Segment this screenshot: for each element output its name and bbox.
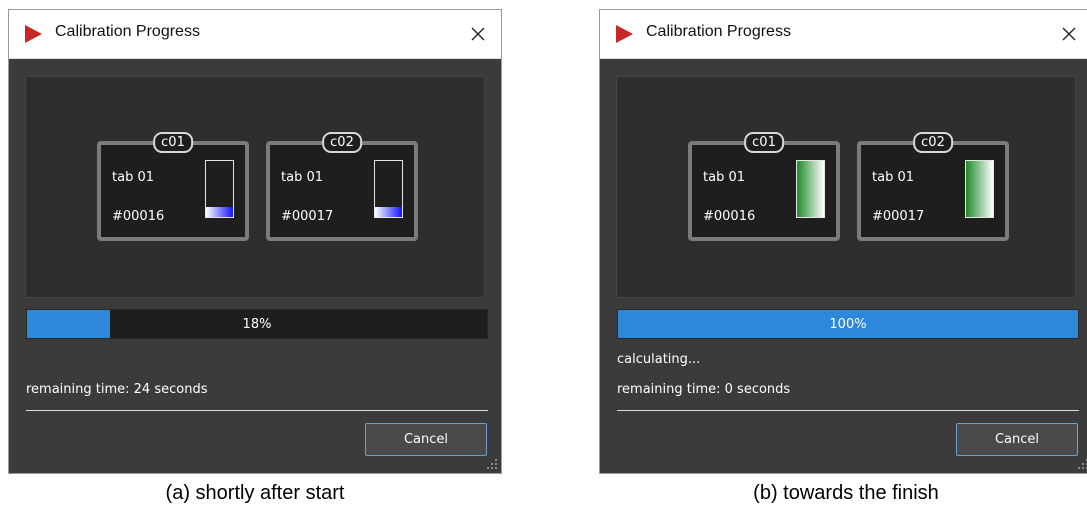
dialog-title: Calibration Progress bbox=[55, 23, 200, 40]
dialog-title: Calibration Progress bbox=[646, 23, 791, 40]
device-level-fill bbox=[797, 161, 824, 217]
device-level-fill bbox=[206, 206, 233, 217]
remaining-time-text: remaining time: 0 seconds bbox=[617, 382, 791, 397]
remaining-time-text: remaining time: 24 seconds bbox=[26, 382, 208, 397]
calibration-dialog-b: Calibration Progress c01 tab 01 #00016 c… bbox=[599, 9, 1087, 474]
device-card-c01: c01 tab 01 #00016 bbox=[97, 132, 249, 241]
progress-label: 18% bbox=[242, 316, 272, 332]
device-tag: c02 bbox=[322, 132, 362, 153]
device-card-c02: c02 tab 01 #00017 bbox=[857, 132, 1009, 241]
device-tab-label: tab 01 bbox=[872, 170, 914, 185]
close-icon bbox=[471, 27, 485, 41]
title-bar[interactable]: Calibration Progress bbox=[9, 10, 501, 59]
status-text: calculating... bbox=[617, 352, 701, 367]
cancel-button[interactable]: Cancel bbox=[365, 423, 487, 456]
cancel-button[interactable]: Cancel bbox=[956, 423, 1078, 456]
device-level-fill bbox=[375, 206, 402, 217]
device-card-c01: c01 tab 01 #00016 bbox=[688, 132, 840, 241]
progress-bar: 18% bbox=[26, 309, 488, 339]
device-level-bar bbox=[205, 160, 234, 218]
device-tag: c01 bbox=[153, 132, 193, 153]
device-tab-label: tab 01 bbox=[703, 170, 745, 185]
device-serial: #00017 bbox=[281, 209, 334, 224]
device-serial: #00016 bbox=[703, 209, 756, 224]
device-panel: c01 tab 01 #00016 c02 tab 01 #00017 bbox=[616, 76, 1076, 298]
progress-bar: 100% bbox=[617, 309, 1079, 339]
device-level-bar bbox=[796, 160, 825, 218]
device-level-bar bbox=[965, 160, 994, 218]
device-panel: c01 tab 01 #00016 c02 tab 01 #00017 bbox=[25, 76, 485, 298]
device-tag: c02 bbox=[913, 132, 953, 153]
divider bbox=[26, 410, 488, 411]
figure-caption-b: (b) towards the finish bbox=[753, 482, 939, 504]
close-icon bbox=[1062, 27, 1076, 41]
device-tag: c01 bbox=[744, 132, 784, 153]
device-serial: #00016 bbox=[112, 209, 165, 224]
app-icon bbox=[616, 25, 633, 43]
device-card-c02: c02 tab 01 #00017 bbox=[266, 132, 418, 241]
figure-caption-a: (a) shortly after start bbox=[165, 482, 345, 504]
title-bar[interactable]: Calibration Progress bbox=[600, 10, 1087, 59]
calibration-dialog-a: Calibration Progress c01 tab 01 #00016 c… bbox=[8, 9, 502, 474]
resize-grip-icon[interactable] bbox=[486, 458, 498, 470]
divider bbox=[617, 410, 1079, 411]
close-button[interactable] bbox=[463, 19, 493, 49]
close-button[interactable] bbox=[1054, 19, 1084, 49]
resize-grip-icon[interactable] bbox=[1077, 458, 1087, 470]
progress-label: 100% bbox=[829, 316, 867, 332]
device-tab-label: tab 01 bbox=[112, 170, 154, 185]
device-tab-label: tab 01 bbox=[281, 170, 323, 185]
device-level-fill bbox=[966, 161, 993, 217]
device-serial: #00017 bbox=[872, 209, 925, 224]
app-icon bbox=[25, 25, 42, 43]
device-level-bar bbox=[374, 160, 403, 218]
